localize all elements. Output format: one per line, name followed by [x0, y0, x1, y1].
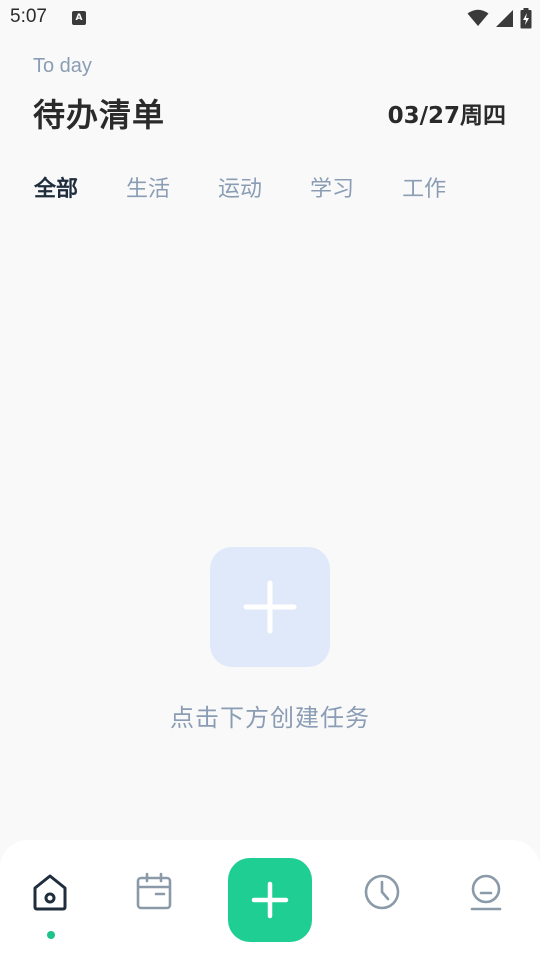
- screen: 5:07 A To day 待办清单 03/27周四 全部 生活 运动 学习 工…: [0, 0, 540, 960]
- header-date: 03/27周四: [387, 103, 506, 129]
- status-bar: 5:07 A: [0, 0, 540, 36]
- tab-work[interactable]: 工作: [402, 174, 446, 208]
- page-title: 待办清单: [33, 96, 166, 134]
- nav-calendar[interactable]: [130, 868, 178, 916]
- profile-icon: [470, 874, 502, 911]
- battery-charging-icon: [520, 7, 532, 28]
- tab-study[interactable]: 学习: [310, 174, 354, 208]
- category-tabs: 全部 生活 运动 学习 工作: [34, 174, 494, 208]
- cellular-signal-icon: [496, 9, 513, 27]
- nav-profile[interactable]: [462, 868, 510, 916]
- add-task-button[interactable]: [228, 858, 312, 942]
- plus-icon: [251, 881, 289, 919]
- nav-clock[interactable]: [358, 868, 406, 916]
- calendar-icon: [136, 872, 172, 910]
- tab-all[interactable]: 全部: [34, 174, 78, 208]
- status-time: 5:07: [10, 6, 47, 27]
- home-icon: [33, 874, 67, 911]
- tab-life[interactable]: 生活: [126, 174, 170, 208]
- empty-state-text: 点击下方创建任务: [170, 704, 370, 732]
- clock-icon: [364, 874, 400, 910]
- bottom-navigation: [0, 840, 540, 960]
- tab-sport[interactable]: 运动: [218, 174, 262, 208]
- empty-state-add-button[interactable]: [210, 547, 330, 667]
- plus-icon: [243, 580, 297, 634]
- wifi-icon: [467, 9, 489, 26]
- nav-home[interactable]: [26, 868, 74, 916]
- status-icons: [467, 7, 532, 29]
- notification-app-icon: A: [72, 11, 86, 25]
- active-indicator-dot: [47, 931, 55, 939]
- header-subtitle: To day: [33, 55, 92, 77]
